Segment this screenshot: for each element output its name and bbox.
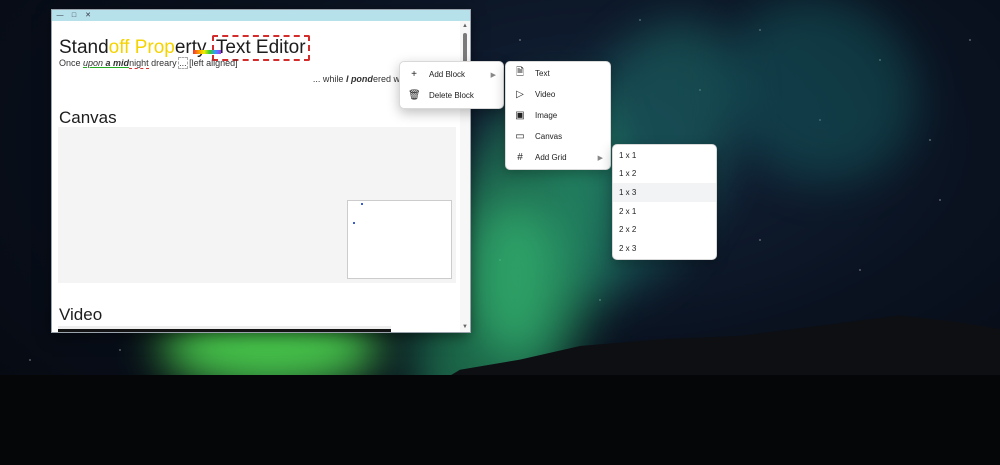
menu-item-grid-1x2[interactable]: 1 x 2 [613,165,716,184]
rainbow-underline [193,50,221,54]
add-grid-submenu: 1 x 1 1 x 2 1 x 3 2 x 1 2 x 2 2 x 3 [612,144,717,260]
canvas-drawing-area[interactable] [347,200,452,279]
editor-window: — □ ✕ Standoff Property Text Editor Once… [52,10,470,332]
canvas-heading: Canvas [59,108,117,127]
menu-item-label: Canvas [535,132,563,141]
canvas-block[interactable] [58,127,456,283]
menu-item-grid-1x3[interactable]: 1 x 3 [613,183,716,202]
menu-item-grid-1x1[interactable]: 1 x 1 [613,146,716,165]
scroll-down-icon[interactable]: ▼ [460,322,470,332]
text-run-italic: upon [83,58,106,68]
text-run-bold: a mid [105,58,130,68]
document-icon: 🗎 [515,67,525,78]
text-block-left[interactable]: Once upon a midnight dreary ... [left al… [59,57,238,69]
text-run: Once [59,58,84,68]
maximize-icon[interactable]: □ [70,10,78,21]
canvas-icon: ▭ [515,131,525,142]
menu-item-image[interactable]: ▣ Image [506,105,610,126]
hash-icon: # [517,152,523,163]
text-run-underlined: night [129,58,149,69]
menu-item-grid-2x3[interactable]: 2 x 3 [613,239,716,258]
chevron-right-icon: ▶ [597,154,603,162]
video-icon: ▷ [516,89,524,100]
menu-item-add-grid[interactable]: # Add Grid ▶ [506,147,610,168]
add-block-submenu: 🗎 Text ▷ Video ▣ Image ▭ Canvas # Add Gr… [505,61,611,170]
text-run: ... while [312,74,346,84]
menu-item-label: Text [535,69,550,78]
plus-icon: + [411,69,417,80]
menu-item-add-block[interactable]: + Add Block ▶ [400,64,503,85]
title-bar[interactable]: — □ ✕ [52,10,470,21]
canvas-point [361,203,363,205]
minimize-icon[interactable]: — [56,10,64,21]
text-run-boxed: ... [178,57,188,69]
menu-item-canvas[interactable]: ▭ Canvas [506,126,610,147]
menu-item-label: Add Block [429,70,466,79]
canvas-point [353,222,355,224]
menu-item-grid-2x2[interactable]: 2 x 2 [613,220,716,239]
menu-item-text[interactable]: 🗎 Text [506,63,610,84]
menu-item-label: Add Grid [535,153,567,162]
aurora-glow [470,200,560,360]
close-icon[interactable]: ✕ [84,10,92,21]
menu-item-grid-2x1[interactable]: 2 x 1 [613,202,716,221]
title-part-highlight: off Prop [108,37,175,58]
text-run: dreary [148,58,180,68]
context-menu: + Add Block ▶ 🗑 Delete Block [399,61,504,109]
menu-item-delete-block[interactable]: 🗑 Delete Block [400,85,503,106]
menu-item-label: Image [535,111,558,120]
menu-item-video[interactable]: ▷ Video [506,84,610,105]
scroll-up-icon[interactable]: ▲ [460,21,470,31]
title-part: erty [174,37,212,58]
image-icon: ▣ [515,110,525,121]
menu-item-label: Video [535,90,556,99]
menu-item-label: Delete Block [429,91,474,100]
text-run: [left aligned] [186,58,238,68]
mountain-foreground [0,375,1000,465]
video-heading: Video [59,305,103,324]
video-player[interactable]: ◷ ➦ [58,326,391,332]
text-run-bold: I pond [345,74,373,84]
title-part: Stand [59,37,109,58]
trash-icon: 🗑 [408,90,421,101]
chevron-right-icon: ▶ [490,71,496,79]
